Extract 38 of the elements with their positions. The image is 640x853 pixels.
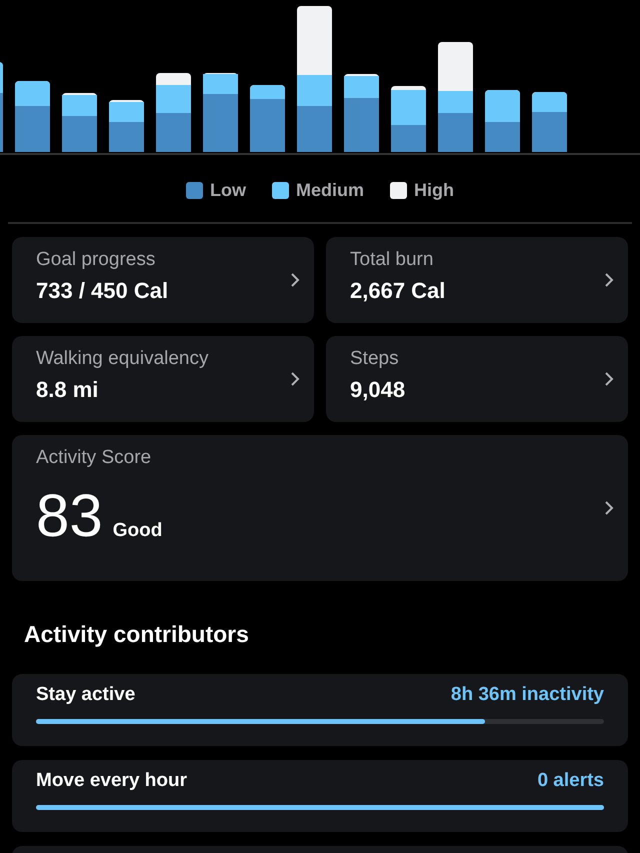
chevron-icon (290, 272, 300, 288)
activity-score-card[interactable]: Activity Score 83 Good (12, 435, 628, 581)
legend-label: Low (210, 180, 246, 200)
chevron-icon (604, 371, 614, 387)
section-heading: Activity contributors (24, 621, 250, 648)
stacked-bar (15, 81, 50, 152)
score-value: 83 (36, 481, 103, 550)
stat-label: Total burn (350, 249, 434, 271)
stat-card[interactable]: Steps 9,048 (326, 336, 628, 422)
stat-card[interactable]: Total burn 2,667 Cal (326, 237, 628, 323)
contributor-label: Stay active (36, 684, 136, 706)
chevron-icon (604, 272, 614, 288)
legend-label: Medium (296, 180, 364, 200)
stacked-bar (109, 100, 144, 152)
chevron-icon (290, 371, 300, 387)
contributor-label: Move every hour (36, 770, 187, 792)
stat-card[interactable]: Goal progress 733 / 450 Cal (12, 237, 314, 323)
contributor-reading: 8h 36m inactivity (450, 684, 604, 706)
stat-label: Goal progress (36, 249, 156, 271)
stat-value: 2,667 Cal (350, 278, 446, 304)
score-label: Activity Score (36, 447, 152, 468)
stacked-bar (250, 85, 285, 152)
stat-card[interactable]: Walking equivalency 8.8 mi (12, 336, 314, 422)
stat-label: Steps (350, 348, 400, 370)
stacked-bar (391, 86, 426, 152)
stacked-bar (62, 93, 97, 152)
stat-label: Walking equivalency (36, 348, 210, 370)
contributor-card[interactable]: Stay active 8h 36m inactivity (12, 674, 628, 746)
stat-value: 9,048 (350, 377, 406, 403)
contributor-reading: 0 alerts (537, 770, 604, 792)
stat-value: 8.8 mi (36, 377, 100, 403)
score-rating: Good (112, 520, 162, 542)
chevron-icon (604, 500, 614, 516)
stacked-bar (532, 92, 567, 152)
stacked-bar (485, 90, 520, 152)
legend-label: High (414, 180, 454, 200)
stat-value: 733 / 450 Cal (36, 278, 170, 304)
contributor-card[interactable]: Move every hour 0 alerts (12, 760, 628, 832)
